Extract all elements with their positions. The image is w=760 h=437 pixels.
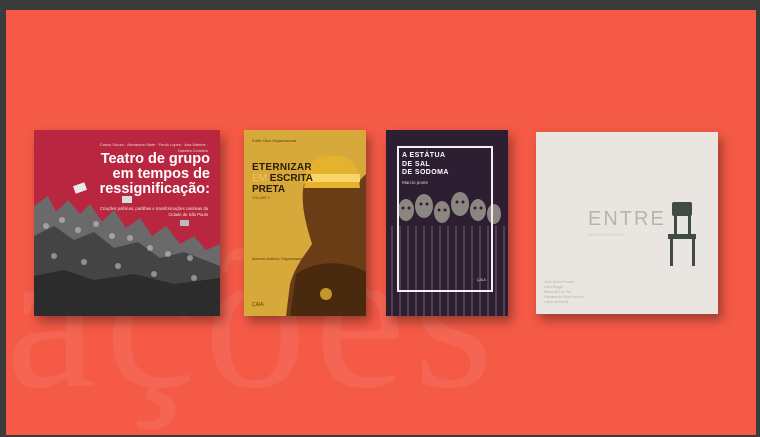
crowd-photo [34,182,220,316]
book-credits: José Alves Pereira Líbia Bagge Maria da … [544,280,584,304]
book-title: A ESTÁTUA DE SAL DE SODOMA [402,152,449,176]
page-frame: ações Carlos Souza · Alexandre Mate · Pa… [0,0,760,437]
book-cover-estatua-de-sal[interactable]: A ESTÁTUA DE SAL DE SODOMA Marcio ponte … [386,130,508,316]
book-organizer: Marcos Antônio Organizador [252,256,303,261]
book-header: Edith Silva Organizadora [252,138,297,143]
book-cover-eternizar[interactable]: Edith Silva Organizadora ETERNIZAR EM ES… [244,130,366,316]
publisher-logo: ÇAIA [252,302,264,308]
book-author: Marcio ponte [402,180,429,185]
book-title-line1: ETERNIZAR [252,162,312,173]
books-banner: ações Carlos Souza · Alexandre Mate · Pa… [6,10,756,435]
book-volume: VOLUME II [252,196,270,200]
book-subtitle: ALGUMAS TEXTOS [588,232,625,237]
book-title-accent: EM [252,173,267,184]
chair-illustration [668,202,696,266]
book-title-line2: EM ESCRITA [252,173,313,184]
publisher-logo: ÇAIA [476,277,486,282]
book-title-line3: PRETA [252,184,286,195]
book-cover-entre[interactable]: ENTRE ALGUMAS TEXTOS José Alves Pereira … [536,132,718,314]
book-title-line2-text: ESCRITA [269,173,313,184]
book-cover-teatro-de-grupo[interactable]: Carlos Souza · Alexandre Mate · Paulo Lo… [34,130,220,316]
